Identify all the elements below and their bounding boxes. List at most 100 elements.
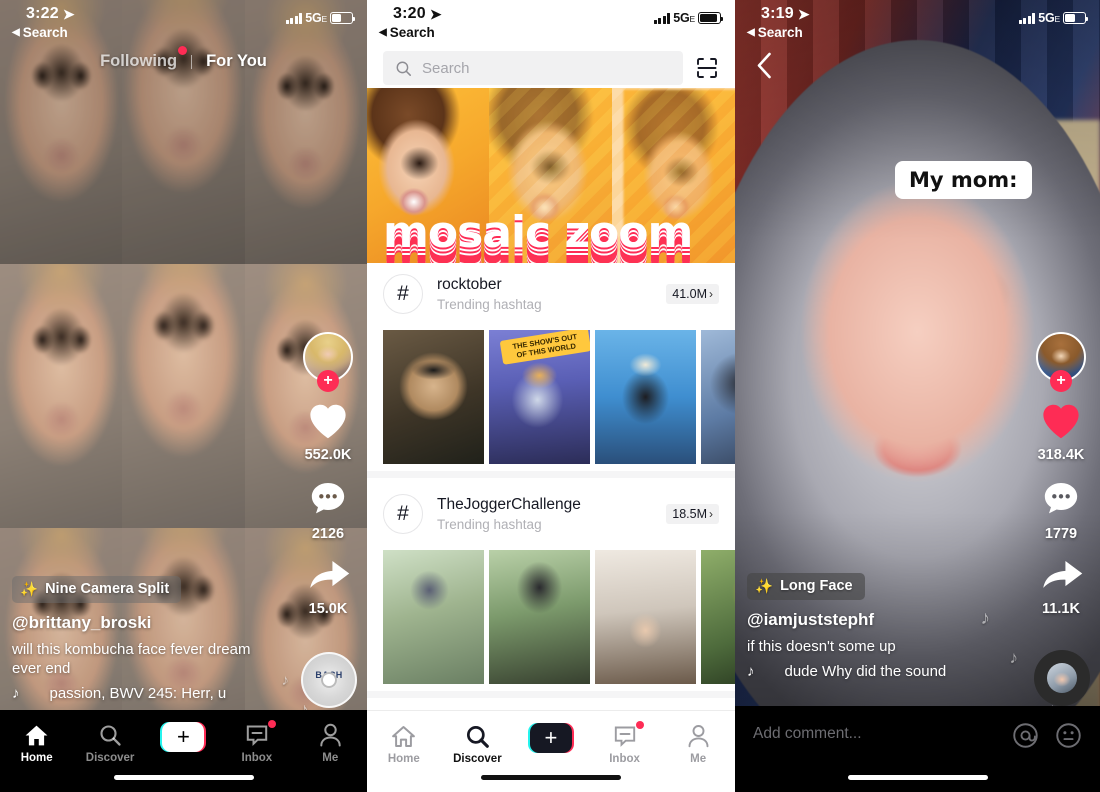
tab-for-you[interactable]: For You: [206, 52, 267, 71]
tab-me[interactable]: Me: [299, 722, 361, 764]
thumbnail[interactable]: Made it b #cove: [701, 330, 735, 464]
inbox-badge: [267, 720, 276, 728]
comment-button[interactable]: 1779: [1030, 479, 1092, 542]
like-button[interactable]: 318.4K: [1030, 402, 1092, 463]
chevron-right-icon: ›: [709, 507, 713, 521]
tab-following[interactable]: Following: [100, 46, 188, 71]
thumbnail-strip[interactable]: THE SHOW'S OUT OF THIS WORLD Made it b #…: [367, 330, 735, 464]
music-note-icon: ♪: [1009, 648, 1019, 667]
back-button[interactable]: [749, 50, 779, 80]
home-indicator: [113, 775, 254, 780]
tab-me-label: Me: [690, 753, 707, 765]
scan-icon[interactable]: [695, 56, 719, 80]
banner-title: mosaic zoom: [383, 207, 693, 259]
search-icon: [79, 722, 141, 748]
home-icon: [373, 723, 435, 749]
comment-count: 2126: [311, 526, 345, 542]
follow-plus-button[interactable]: +: [317, 370, 339, 392]
like-button[interactable]: 552.0K: [297, 402, 359, 463]
create-icon: +: [160, 722, 207, 752]
share-button[interactable]: 11.1K: [1030, 558, 1092, 617]
thumbnail[interactable]: [383, 550, 484, 684]
phone-panel-for-you: 3:22 ➤ ◀ Search 5GE Following For You + …: [0, 0, 367, 792]
add-comment-input[interactable]: Add comment...: [753, 722, 996, 743]
heart-icon: [1043, 404, 1079, 439]
grid-cell: [0, 264, 123, 528]
tab-me[interactable]: Me: [667, 723, 729, 765]
tab-home[interactable]: Home: [373, 723, 435, 765]
thumbnail[interactable]: [701, 550, 735, 684]
sparkle-icon: ✨: [755, 578, 774, 595]
music-disc[interactable]: BACH 50: [301, 652, 357, 708]
following-notification-dot: [178, 46, 188, 55]
tab-home[interactable]: Home: [6, 722, 68, 764]
home-indicator: [847, 775, 988, 780]
music-disc[interactable]: [1034, 650, 1090, 706]
creator-avatar-wrap[interactable]: +: [303, 332, 353, 392]
feed-tabs: Following For You: [0, 46, 367, 71]
tab-divider: [191, 54, 193, 69]
hashtag-subtitle: Trending hashtag: [437, 297, 542, 312]
thumbnail[interactable]: [595, 550, 696, 684]
thumbnail[interactable]: [595, 330, 696, 464]
hashtag-count-badge[interactable]: 41.0M ›: [666, 284, 719, 304]
status-back-label: Search: [389, 25, 435, 40]
tab-inbox[interactable]: Inbox: [594, 721, 656, 765]
emoji-icon[interactable]: [1055, 722, 1082, 749]
effect-badge[interactable]: ✨ Long Face: [747, 572, 865, 600]
creator-handle[interactable]: @iamjuststephf: [747, 610, 1010, 630]
tab-discover[interactable]: Discover: [446, 723, 508, 765]
share-count: 15.0K: [308, 601, 348, 617]
hashtag-count-badge[interactable]: 18.5M ›: [666, 504, 719, 524]
tab-for-you-label: For You: [206, 52, 267, 70]
featured-banner[interactable]: mosaic zoom mosaic zoom: [367, 88, 735, 263]
network-label: 5GE: [673, 11, 695, 25]
phone-panel-discover: 3:20 ➤ ◀ Search 5GE Search mosaic zoom m…: [367, 0, 735, 792]
creator-handle[interactable]: @brittany_broski: [12, 613, 277, 633]
thumbnail-strip[interactable]: [367, 550, 735, 684]
hash-icon: #: [383, 494, 423, 534]
follow-plus-button[interactable]: +: [1050, 370, 1072, 392]
music-note-icon: ♪: [281, 672, 290, 689]
thumbnail[interactable]: [383, 330, 484, 464]
tab-inbox-label: Inbox: [609, 753, 640, 765]
action-rail: + 318.4K 1779 11.1K: [1030, 332, 1092, 633]
hashtag-row-rocktober[interactable]: # rocktober Trending hashtag 41.0M ›: [367, 266, 735, 322]
action-rail: + 552.0K 2126 15.0K: [297, 332, 359, 633]
share-button[interactable]: 15.0K: [297, 558, 359, 617]
search-input[interactable]: Search: [383, 51, 683, 85]
tab-create[interactable]: +: [520, 723, 582, 753]
song-row[interactable]: ♪ dude Why did the sound: [747, 663, 1010, 680]
chevron-left-icon: [757, 52, 771, 78]
hashtag-name: TheJoggerChallenge: [437, 496, 581, 513]
tab-inbox[interactable]: Inbox: [226, 720, 288, 764]
sparkle-icon: ✨: [20, 581, 39, 598]
search-icon: [446, 723, 508, 749]
banner-wordmark: mosaic zoom mosaic zoom: [383, 211, 693, 263]
video-meta: ✨ Long Face @iamjuststephf if this doesn…: [747, 572, 1010, 680]
creator-avatar-wrap[interactable]: +: [1036, 332, 1086, 392]
tab-create[interactable]: +: [152, 722, 214, 752]
effect-badge[interactable]: ✨ Nine Camera Split: [12, 575, 182, 603]
status-indicators: 5GE: [653, 11, 724, 25]
hashtag-name: rocktober: [437, 276, 502, 293]
thumbnail[interactable]: THE SHOW'S OUT OF THIS WORLD: [489, 330, 590, 464]
battery-icon: [698, 12, 724, 24]
grid-cell: [122, 264, 245, 528]
tab-home-label: Home: [20, 752, 53, 764]
hashtag-row-joggerchallenge[interactable]: # TheJoggerChallenge Trending hashtag 18…: [367, 486, 735, 542]
signal-bars-icon: [653, 12, 671, 24]
at-icon[interactable]: [1012, 722, 1039, 749]
share-count: 11.1K: [1042, 601, 1080, 617]
status-back-link[interactable]: ◀ Search: [379, 25, 435, 40]
location-arrow-icon: ➤: [429, 5, 442, 22]
song-row[interactable]: ♪ passion, BWV 245: Herr, u: [12, 685, 277, 702]
share-arrow-icon: [1043, 560, 1083, 588]
search-icon: [396, 61, 412, 76]
tab-discover[interactable]: Discover: [79, 722, 141, 764]
three-phone-screenshots: 3:22 ➤ ◀ Search 5GE Following For You + …: [0, 0, 1100, 792]
comment-button[interactable]: 2126: [297, 479, 359, 542]
person-icon: [299, 722, 361, 748]
thumbnail[interactable]: [489, 550, 590, 684]
tab-following-label: Following: [100, 52, 178, 70]
